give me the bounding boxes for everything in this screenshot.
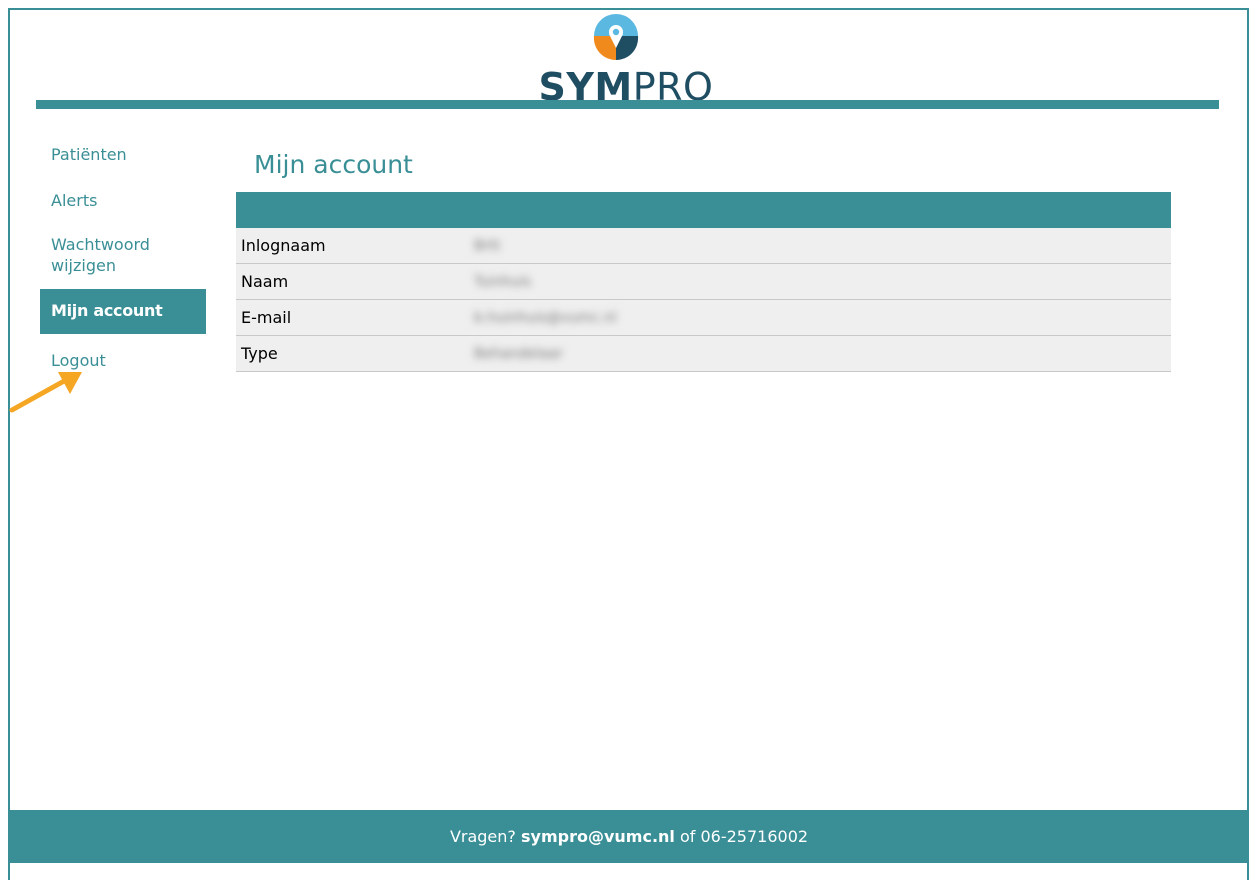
sidebar-item-wachtwoord-wijzigen[interactable]: Wachtwoord wijzigen [40,228,206,282]
row-label: E-mail [241,308,292,327]
annotation-arrow-icon [9,372,82,413]
row-value: b.huinhuis@vumc.nl [474,310,617,326]
sidebar-item-mijn-account[interactable]: Mijn account [40,289,206,334]
table-row: E-mail b.huinhuis@vumc.nl [236,300,1171,336]
sympro-logo: SYMPRO [536,12,716,106]
logo-icon [593,14,639,61]
row-value: Tuinhuis [474,274,531,290]
table-row: Naam Tuinhuis [236,264,1171,300]
sidebar-item-alerts[interactable]: Alerts [40,184,206,217]
row-label: Inlognaam [241,236,326,255]
account-table: Inlognaam Brtt Naam Tuinhuis E-mail b.hu… [236,192,1171,372]
header-divider [36,100,1219,109]
footer-email-link[interactable]: sympro@vumc.nl [521,827,675,846]
row-label: Type [241,344,278,363]
row-value: Behandelaar [474,346,563,362]
footer-prefix: Vragen? [449,827,516,846]
row-label: Naam [241,272,289,291]
page-title: Mijn account [254,150,413,179]
sidebar-item-patienten[interactable]: Patiënten [40,138,206,171]
footer-suffix: of 06-25716002 [679,827,809,846]
account-table-header [236,192,1171,228]
table-row: Inlognaam Brtt [236,228,1171,264]
row-value: Brtt [474,238,501,254]
table-row: Type Behandelaar [236,336,1171,372]
footer: Vragen? sympro@vumc.nl of 06-25716002 [10,810,1248,863]
